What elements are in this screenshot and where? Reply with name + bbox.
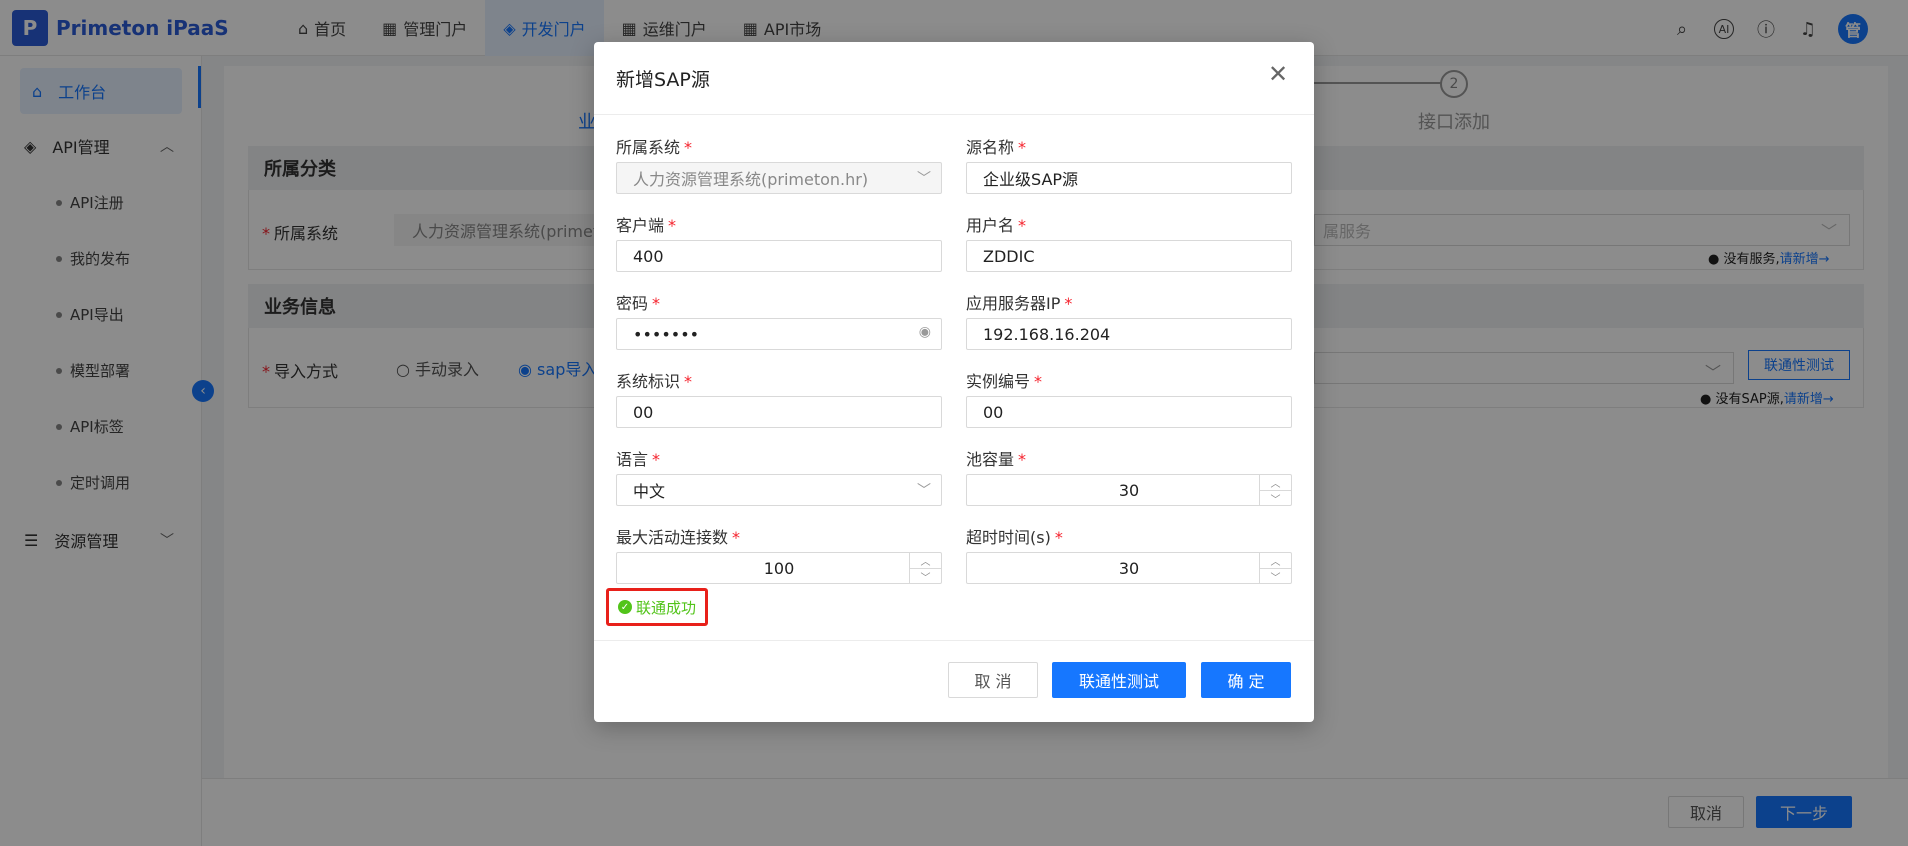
- connection-test-button[interactable]: 联通性测试: [1052, 662, 1186, 698]
- system-select: 人力资源管理系统(primeton.hr) ﹀: [616, 162, 942, 194]
- chevron-up-icon[interactable]: ︿: [910, 553, 941, 569]
- chevron-down-icon[interactable]: ﹀: [910, 569, 941, 584]
- instance-number-input[interactable]: 00: [966, 396, 1292, 428]
- pool-size-input[interactable]: 30 ︿ ﹀: [966, 474, 1292, 506]
- label-server-ip: 应用服务器IP *: [966, 294, 1073, 313]
- cancel-button[interactable]: 取 消: [948, 662, 1038, 698]
- label-client: 客户端 *: [616, 216, 677, 235]
- pool-size-stepper[interactable]: ︿ ﹀: [1259, 475, 1291, 506]
- label-max-connections: 最大活动连接数 *: [616, 528, 741, 547]
- max-connections-stepper[interactable]: ︿ ﹀: [909, 553, 941, 584]
- label-timeout: 超时时间(s) *: [966, 528, 1063, 547]
- dialog-footer-divider: [594, 640, 1314, 641]
- check-circle-icon: ✓: [617, 600, 632, 614]
- label-language: 语言 *: [616, 450, 661, 469]
- chevron-down-icon[interactable]: ﹀: [1260, 569, 1291, 584]
- label-password: 密码 *: [616, 294, 661, 313]
- label-system-id: 系统标识 *: [616, 372, 693, 391]
- language-select[interactable]: 中文 ﹀: [616, 474, 942, 506]
- password-input[interactable]: ••••••• ◉: [616, 318, 942, 350]
- label-system: 所属系统 *: [616, 138, 693, 157]
- server-ip-input[interactable]: 192.168.16.204: [966, 318, 1292, 350]
- success-text: 联通成功: [635, 598, 696, 617]
- chevron-up-icon[interactable]: ︿: [1260, 553, 1291, 569]
- timeout-input[interactable]: 30 ︿ ﹀: [966, 552, 1292, 584]
- source-name-input[interactable]: 企业级SAP源: [966, 162, 1292, 194]
- chevron-down-icon[interactable]: ﹀: [1260, 491, 1291, 506]
- max-connections-input[interactable]: 100 ︿ ﹀: [616, 552, 942, 584]
- label-username: 用户名 *: [966, 216, 1027, 235]
- connection-success-badge: ✓ 联通成功: [606, 588, 708, 626]
- label-source-name: 源名称 *: [966, 138, 1027, 157]
- system-id-input[interactable]: 00: [616, 396, 942, 428]
- chevron-down-icon: ﹀: [917, 171, 931, 187]
- username-input[interactable]: ZDDIC: [966, 240, 1292, 272]
- timeout-stepper[interactable]: ︿ ﹀: [1259, 553, 1291, 584]
- client-input[interactable]: 400: [616, 240, 942, 272]
- eye-icon[interactable]: ◉: [919, 324, 931, 340]
- confirm-button[interactable]: 确 定: [1201, 662, 1291, 698]
- dialog-title: 新增SAP源: [594, 42, 1314, 115]
- close-icon[interactable]: ✕: [1264, 60, 1292, 88]
- chevron-up-icon[interactable]: ︿: [1260, 475, 1291, 491]
- label-pool-size: 池容量 *: [966, 450, 1027, 469]
- chevron-down-icon: ﹀: [917, 483, 931, 499]
- label-instance-number: 实例编号 *: [966, 372, 1043, 391]
